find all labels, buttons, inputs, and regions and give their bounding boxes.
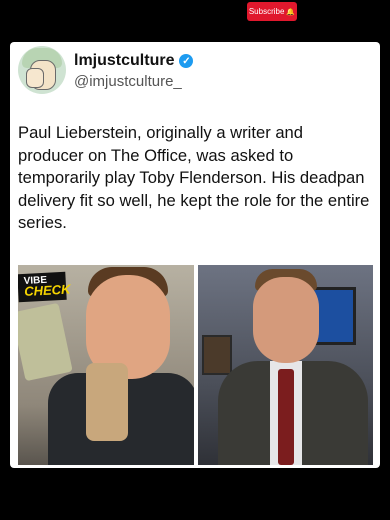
display-name[interactable]: lmjustculture xyxy=(74,52,174,70)
photo-right[interactable] xyxy=(198,265,373,465)
photo-left[interactable]: VIBE CHECK xyxy=(18,265,194,465)
handle[interactable]: @imjustculture_ xyxy=(74,73,182,90)
author-row: lmjustculture ✓ xyxy=(74,52,194,70)
subscribe-button[interactable]: Subscribe 🔔 xyxy=(247,2,297,21)
post-photos[interactable]: VIBE CHECK xyxy=(18,265,373,465)
avatar[interactable] xyxy=(18,46,66,94)
post-text: Paul Lieberstein, originally a writer an… xyxy=(18,123,370,232)
post-card: lmjustculture ✓ @imjustculture_ Paul Lie… xyxy=(10,42,380,468)
verified-badge-icon: ✓ xyxy=(179,54,194,68)
subscribe-label: Subscribe xyxy=(248,7,285,16)
vibe-check-sticker: VIBE CHECK xyxy=(18,271,71,303)
bell-icon: 🔔 xyxy=(286,8,296,16)
